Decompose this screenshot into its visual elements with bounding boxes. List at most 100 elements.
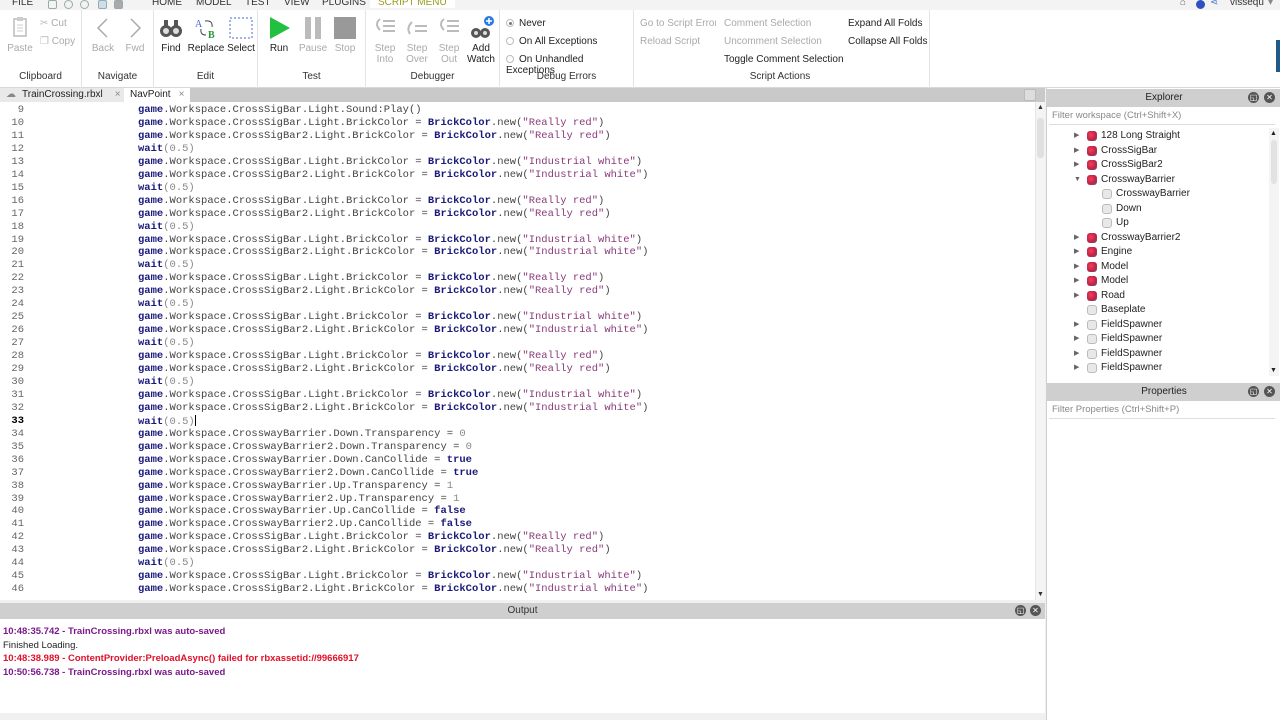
scroll-up-icon[interactable]: ▲ [1270,130,1277,137]
code-line[interactable]: game.Workspace.CrossSigBar.Light.BrickCo… [138,195,604,207]
tree-expanded-icon[interactable]: ▼ [1074,173,1081,187]
new-file-icon[interactable] [48,0,57,9]
code-line[interactable]: game.Workspace.CrossSigBar.Light.BrickCo… [138,156,642,168]
code-line[interactable]: game.Workspace.CrossSigBar.Light.BrickCo… [138,389,642,401]
add-watch-button[interactable]: Add Watch [464,16,498,65]
properties-close-icon[interactable]: ✕ [1264,386,1275,397]
tree-item[interactable]: CrosswayBarrier [1102,187,1190,201]
output-close-icon[interactable]: ✕ [1030,605,1041,616]
tree-collapsed-icon[interactable]: ▶ [1074,347,1079,361]
tree-collapsed-icon[interactable]: ▶ [1074,129,1079,143]
publish-icon[interactable] [98,0,107,9]
code-line[interactable]: game.Workspace.CrosswayBarrier2.Down.Can… [138,467,478,479]
code-line[interactable]: game.Workspace.CrosswayBarrier2.Up.CanCo… [138,518,472,530]
code-line[interactable]: game.Workspace.CrossSigBar.Light.BrickCo… [138,272,604,284]
find-button[interactable]: Find [154,16,188,54]
tree-item[interactable]: ▶ FieldSpawner [1074,361,1162,375]
roblox-icon[interactable] [1196,0,1205,9]
help-icon[interactable]: ⌂ [1180,0,1186,8]
forward-button[interactable]: Fwd [118,16,152,54]
user-dropdown-icon[interactable]: ▾ [1268,0,1273,8]
code-line[interactable]: game.Workspace.CrossSigBar2.Light.BrickC… [138,130,611,142]
save-icon[interactable] [114,0,123,9]
explorer-filter-input[interactable]: Filter workspace (Ctrl+Shift+X) [1049,107,1275,125]
tree-collapsed-icon[interactable]: ▶ [1074,260,1079,274]
code-line[interactable]: game.Workspace.CrossSigBar2.Light.BrickC… [138,324,648,336]
run-button[interactable]: Run [262,16,296,54]
scroll-up-icon[interactable]: ▲ [1037,104,1044,111]
tree-collapsed-icon[interactable]: ▶ [1074,158,1079,172]
code-line[interactable]: game.Workspace.CrossSigBar2.Light.BrickC… [138,208,611,220]
code-line[interactable]: game.Workspace.CrossSigBar2.Light.BrickC… [138,363,611,375]
tree-collapsed-icon[interactable]: ▶ [1074,332,1079,346]
tree-collapsed-icon[interactable]: ▶ [1074,361,1079,375]
tree-item[interactable]: ▶ FieldSpawner [1074,332,1162,346]
collapse-all-folds-button[interactable]: Collapse All Folds [848,36,927,47]
properties-filter-input[interactable]: Filter Properties (Ctrl+Shift+P) [1049,401,1275,419]
tree-collapsed-icon[interactable]: ▶ [1074,231,1079,245]
menu-plugins[interactable]: PLUGINS [322,0,366,8]
step-over-button[interactable]: Step Over [400,16,434,65]
step-into-button[interactable]: Step Into [368,16,402,65]
tree-collapsed-icon[interactable]: ▶ [1074,245,1079,259]
replace-button[interactable]: AB Replace [187,16,225,54]
code-line[interactable]: game.Workspace.CrossSigBar.Light.BrickCo… [138,350,604,362]
code-line[interactable]: game.Workspace.CrossSigBar2.Light.BrickC… [138,544,611,556]
tree-item[interactable]: ▶ CrossSigBar [1074,144,1157,158]
code-line[interactable]: game.Workspace.CrossSigBar2.Light.BrickC… [138,583,648,595]
code-line[interactable]: wait(0.5) [138,298,195,310]
code-line[interactable]: wait(0.5) [138,337,195,349]
toggle-comment-selection-button[interactable]: Toggle Comment Selection [724,54,844,65]
code-line[interactable]: game.Workspace.CrossSigBar.Light.BrickCo… [138,117,604,129]
tree-collapsed-icon[interactable]: ▶ [1074,289,1079,303]
menu-home[interactable]: HOME [152,0,182,8]
code-line[interactable]: game.Workspace.CrossSigBar.Light.BrickCo… [138,570,642,582]
go-to-script-error-button[interactable]: Go to Script Error [640,18,716,29]
menu-model[interactable]: MODEL [196,0,232,8]
code-line[interactable]: wait(0.5) [138,259,195,271]
code-line[interactable]: game.Workspace.CrosswayBarrier.Down.CanC… [138,454,472,466]
code-line[interactable]: game.Workspace.CrosswayBarrier2.Up.Trans… [138,493,459,505]
explorer-close-icon[interactable]: ✕ [1264,92,1275,103]
tree-item[interactable]: ▶ 128 Long Straight [1074,129,1180,143]
paste-button[interactable]: Paste [3,16,37,54]
menu-script-menu[interactable]: SCRIPT MENU [370,0,455,8]
tree-item[interactable]: ▶ Road [1074,289,1125,303]
code-line[interactable]: game.Workspace.CrosswayBarrier.Up.Transp… [138,480,453,492]
restore-editor-icon[interactable] [1024,89,1036,101]
code-line[interactable]: game.Workspace.CrossSigBar2.Light.BrickC… [138,169,648,181]
tree-item[interactable]: ▶ FieldSpawner [1074,318,1162,332]
back-button[interactable]: Back [86,16,120,54]
tab-navpoint[interactable]: NavPoint × [124,88,190,102]
undo-icon[interactable] [64,0,73,9]
radio-never[interactable]: Never [506,18,546,29]
explorer-restore-icon[interactable]: ◱ [1248,92,1259,103]
close-tab-icon[interactable]: × [115,89,121,100]
explorer-scrollbar[interactable]: ▲ ▼ [1269,128,1279,376]
code-line[interactable]: wait(0.5) [138,557,195,569]
tree-item[interactable]: ▶ CrossSigBar2 [1074,158,1163,172]
tree-item[interactable]: ▶ Model [1074,274,1128,288]
comment-selection-button[interactable]: Comment Selection [724,18,811,29]
editor-scrollbar[interactable]: ▲ ▼ [1035,102,1045,600]
pause-button[interactable]: Pause [296,16,330,54]
scrollbar-thumb[interactable] [1037,118,1044,158]
code-line[interactable]: game.Workspace.CrossSigBar2.Light.BrickC… [138,246,648,258]
tree-collapsed-icon[interactable]: ▶ [1074,144,1079,158]
menu-file[interactable]: FILE [12,0,33,8]
script-editor[interactable]: 9 10 11 12 13 14 15 16 17 18 19 20 21 22 23 24 25 26 27 28 2… [0,102,1045,600]
radio-on-all-exceptions[interactable]: On All Exceptions [506,36,597,47]
code-line[interactable]: game.Workspace.CrossSigBar2.Light.BrickC… [138,402,648,414]
tree-item[interactable]: ▶ Model [1074,260,1128,274]
code-line[interactable]: wait(0.5) [138,182,195,194]
stop-button[interactable]: Stop [328,16,362,54]
code-line[interactable]: game.Workspace.CrossSigBar.Light.BrickCo… [138,531,604,543]
code-line[interactable]: game.Workspace.CrossSigBar.Light.BrickCo… [138,234,642,246]
code-line[interactable]: wait(0.5) [138,143,195,155]
tree-item[interactable]: ▶ Engine [1074,245,1132,259]
code-line[interactable]: game.Workspace.CrosswayBarrier2.Down.Tra… [138,441,472,453]
scrollbar-thumb[interactable] [1271,140,1277,184]
cut-button[interactable]: ✂ Cut [40,18,67,29]
copy-button[interactable]: ❐ Copy [40,36,75,47]
code-line[interactable]: wait(0.5) [138,414,196,428]
